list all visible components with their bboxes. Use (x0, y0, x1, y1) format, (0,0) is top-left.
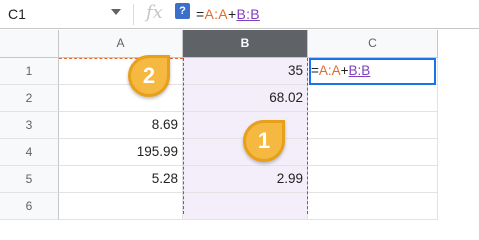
formula-range-b: B:B (236, 6, 260, 22)
cell-a6[interactable] (59, 193, 183, 220)
cell-a5[interactable]: 5.28 (59, 166, 183, 193)
row-header-5[interactable]: 5 (0, 166, 59, 193)
chevron-down-icon[interactable] (111, 9, 121, 15)
cell-c3[interactable] (308, 112, 438, 139)
cell-c5[interactable] (308, 166, 438, 193)
cell-c2[interactable] (308, 85, 438, 112)
name-box[interactable]: C1 (8, 6, 26, 22)
row-header-1[interactable]: 1 (0, 58, 59, 85)
row-header-3[interactable]: 3 (0, 112, 59, 139)
cell-c4[interactable] (308, 139, 438, 166)
formula-help-icon[interactable]: ? (175, 3, 190, 19)
row-header-4[interactable]: 4 (0, 139, 59, 166)
row-header-6[interactable]: 6 (0, 193, 59, 220)
callout-2: 2 (128, 55, 170, 97)
column-header-c[interactable]: C (308, 30, 438, 58)
row-header-2[interactable]: 2 (0, 85, 59, 112)
divider (133, 4, 134, 25)
cell-c6[interactable] (308, 193, 438, 220)
formula-range-a: A:A (204, 6, 228, 22)
fx-icon: fx (146, 2, 163, 23)
formula-bar: C1 fx ? =A:A+B:B (0, 0, 479, 29)
callout-1: 1 (243, 120, 285, 162)
cell-a3[interactable]: 8.69 (59, 112, 183, 139)
formula-input[interactable]: =A:A+B:B (196, 6, 260, 22)
active-cell-c1[interactable] (309, 58, 436, 85)
select-all-corner[interactable] (0, 30, 59, 58)
column-header-a[interactable]: A (59, 30, 183, 58)
column-header-b[interactable]: B (183, 30, 308, 58)
cell-a4[interactable]: 195.99 (59, 139, 183, 166)
